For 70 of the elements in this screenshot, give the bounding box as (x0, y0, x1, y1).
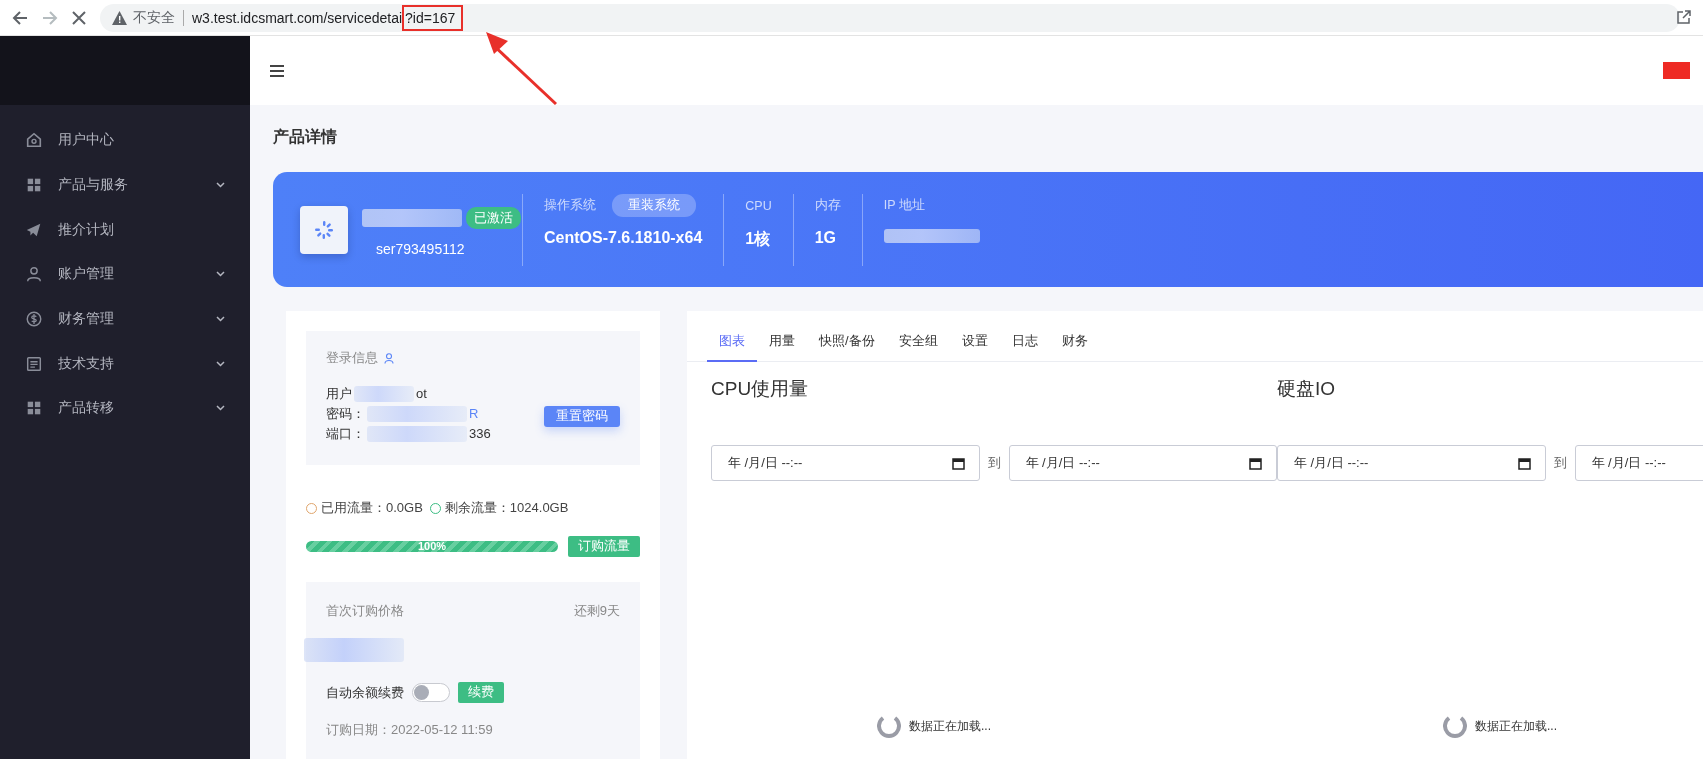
sidebar-item[interactable]: 产品转移 (0, 386, 250, 431)
os-label: 操作系统 (544, 197, 596, 214)
auto-renew-toggle[interactable] (412, 683, 450, 702)
warning-icon (112, 10, 127, 25)
sidebar-item[interactable]: 财务管理 (0, 296, 250, 342)
price-title: 首次订购价格 (326, 602, 404, 620)
menu-icon[interactable] (270, 64, 284, 77)
sidebar-item[interactable]: 账户管理 (0, 252, 250, 297)
spinner-icon (877, 714, 901, 738)
back-icon[interactable] (12, 9, 28, 26)
field-value: R (469, 405, 479, 423)
date-field[interactable]: 年 /月/日 --:-- (1008, 445, 1277, 481)
spec-label: CPU (745, 198, 772, 213)
calendar-icon[interactable] (1249, 456, 1262, 470)
url-text: w3.test.idcsmart.com/servicedetai (192, 9, 403, 26)
date-field[interactable]: 年 /月/日 --:-- (1277, 445, 1546, 481)
tab[interactable]: 设置 (949, 332, 1000, 362)
tab[interactable]: 安全组 (886, 332, 950, 362)
field-value: 336 (469, 425, 491, 443)
login-info-title: 登录信息 (326, 349, 378, 367)
date-field[interactable]: 年 /月/日 --:-- (711, 445, 980, 481)
tab[interactable]: 用量 (757, 332, 807, 362)
calendar-icon[interactable] (1517, 456, 1531, 470)
sidebar-item[interactable]: 技术支持 (0, 341, 250, 387)
chart-title: 硬盘IO (1277, 377, 1337, 401)
field-label: 密码： (326, 405, 365, 423)
field-label: 端口： (326, 425, 365, 443)
date-field[interactable]: 年 /月/日 --:-- (1574, 445, 1703, 481)
sidebar-item[interactable]: 推介计划 (0, 207, 250, 253)
document-icon (25, 354, 43, 373)
field-value: ot (416, 385, 427, 403)
calendar-icon[interactable] (951, 456, 965, 470)
user-icon (384, 352, 394, 364)
sidebar-item[interactable]: 用户中心 (0, 118, 250, 163)
highlighted-url-query: ?id=167 (402, 4, 464, 31)
sidebar-item[interactable]: 产品与服务 (0, 162, 250, 208)
auto-renew-label: 自动余额续费 (326, 683, 404, 702)
server-name: ser793495112 (375, 240, 466, 257)
user-icon (25, 265, 43, 284)
spinner-icon (1443, 714, 1467, 738)
tab[interactable]: 图表 (707, 332, 757, 362)
close-icon[interactable] (72, 10, 86, 25)
redacted-block (354, 386, 414, 402)
days-remaining: 还剩9天 (573, 602, 620, 620)
loading-text: 数据正在加载... (909, 717, 991, 735)
loading-text: 数据正在加载... (1475, 717, 1557, 735)
range-separator: 到 (1553, 454, 1567, 472)
chart-title: CPU使用量 (711, 377, 810, 401)
spec-value: 1G (814, 228, 838, 247)
range-separator: 到 (987, 454, 1001, 472)
share-icon[interactable] (1677, 10, 1691, 24)
dollar-icon (25, 310, 43, 329)
used-traffic: 已用流量：0.0GB (321, 499, 423, 517)
home-icon (25, 131, 43, 150)
tab[interactable]: 快照/备份 (807, 332, 887, 362)
spec-label: 内存 (814, 197, 841, 214)
order-date: 订购日期：2022-05-12 11:59 (326, 721, 494, 739)
tab[interactable]: 财务 (1049, 332, 1100, 362)
tab[interactable]: 日志 (999, 332, 1050, 362)
page-title: 产品详情 (273, 127, 338, 147)
ip-label: IP 地址 (883, 197, 925, 214)
spec-value: 1核 (745, 228, 772, 249)
status-badge: 已激活 (466, 206, 521, 229)
remaining-traffic: 剩余流量：1024.0GB (444, 499, 569, 517)
os-value: CentOS-7.6.1810-x64 (544, 228, 703, 247)
security-label: 不安全 (133, 8, 175, 27)
loading-icon (314, 219, 334, 240)
address-bar[interactable]: 不安全 w3.test.idcsmart.com/servicedetai ?id=167 (100, 3, 1680, 32)
field-label: 用户 (326, 385, 352, 403)
progress-percent: 100% (416, 541, 448, 552)
